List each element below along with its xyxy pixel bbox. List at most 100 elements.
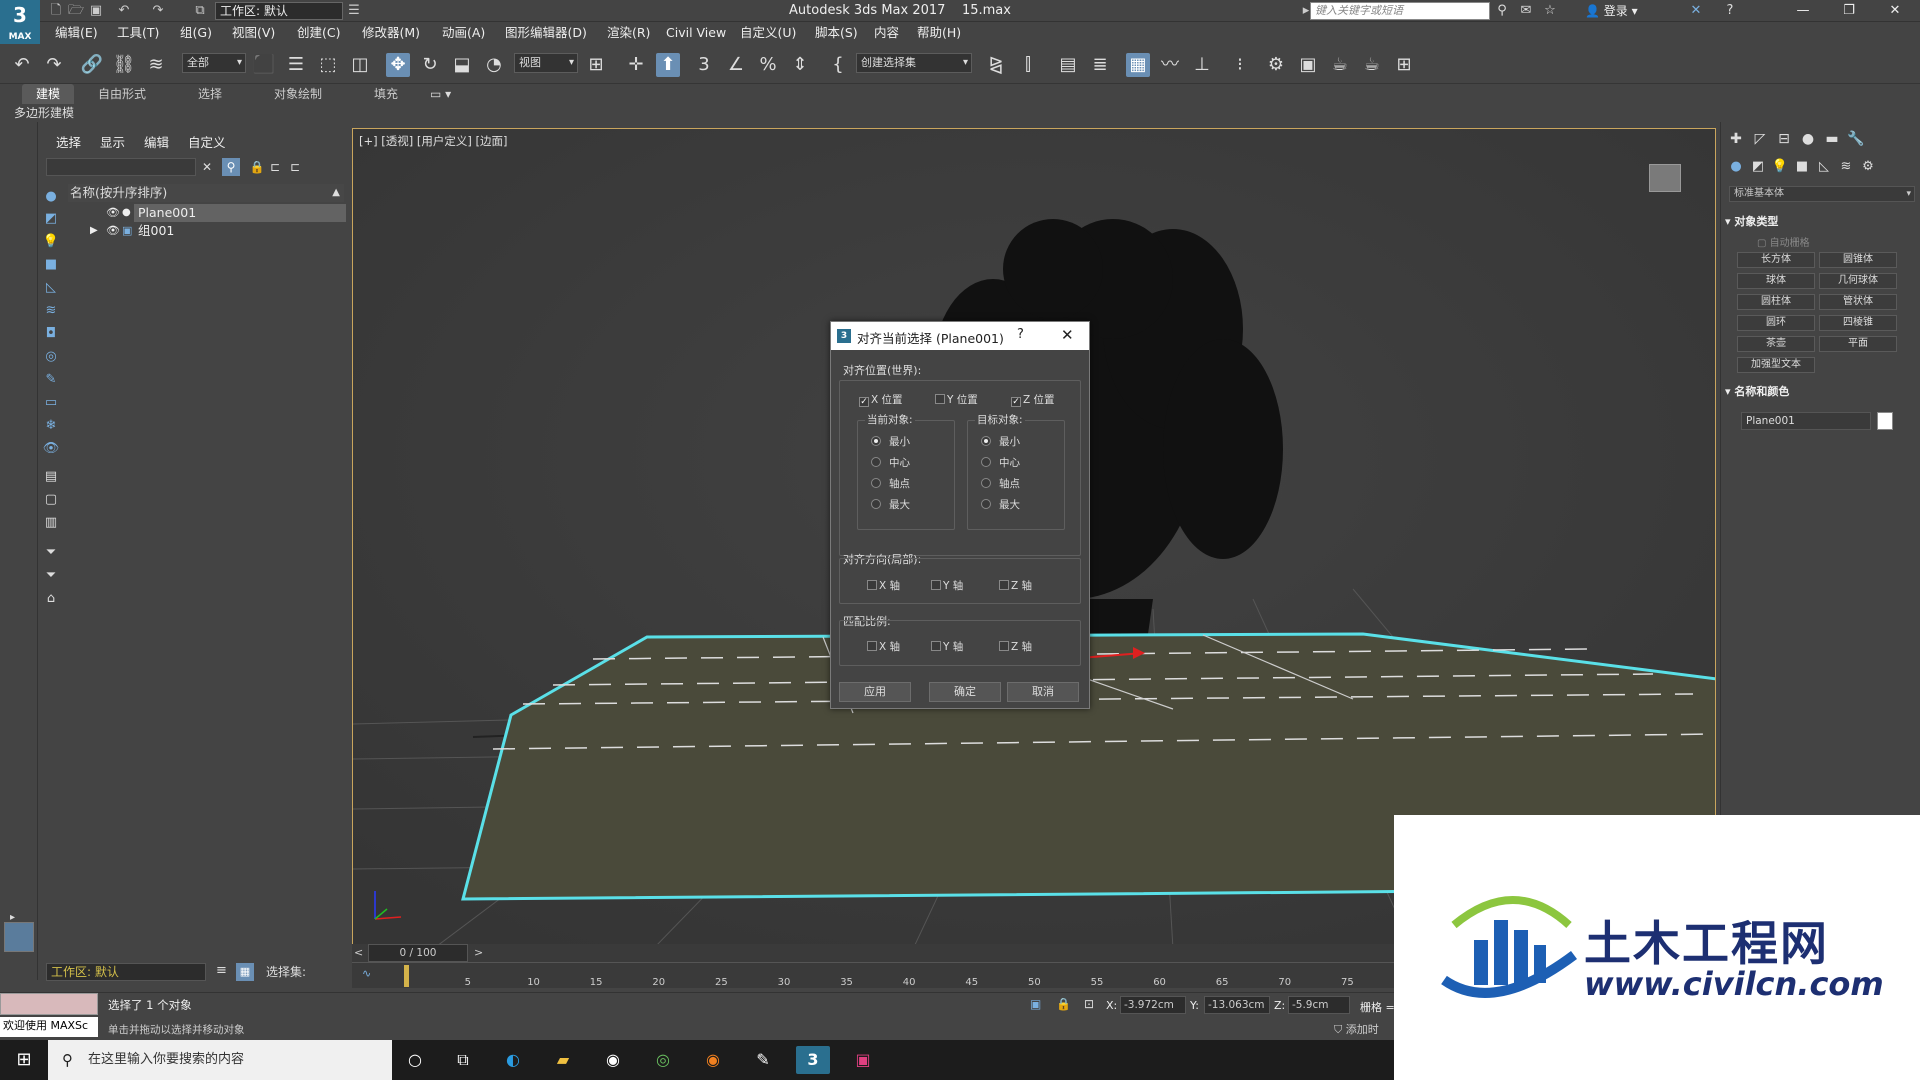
material-editor-icon[interactable]: ⁝ (1228, 53, 1252, 77)
menu-views[interactable]: 视图(V) (232, 22, 275, 44)
maximize-button[interactable]: ❐ (1826, 0, 1872, 22)
explorer-filter-input[interactable] (46, 158, 196, 176)
ribbon-options-icon[interactable]: ▭ ▾ (430, 84, 451, 104)
login-button[interactable]: 👤 登录 ▾ (1585, 2, 1638, 20)
a360-render-icon[interactable]: ⊞ (1392, 53, 1416, 77)
apply-button[interactable]: 应用 (839, 682, 911, 702)
dialog-close-icon[interactable]: ✕ (1061, 326, 1074, 344)
layer-sort-icon[interactable]: ⊏ (286, 158, 304, 176)
viewcube[interactable] (1649, 164, 1681, 192)
object-color-swatch[interactable] (1877, 412, 1893, 430)
pivot-center-icon[interactable]: ⊞ (584, 53, 608, 77)
bookmark-icon[interactable]: ⌂ (42, 590, 60, 608)
curve-editor-icon[interactable]: 〰 (1158, 53, 1182, 77)
menu-group[interactable]: 组(G) (180, 22, 212, 44)
3dsmax-taskbar-icon[interactable]: 3 (796, 1046, 830, 1074)
display-hidden-icon[interactable]: 👁 (42, 440, 60, 458)
display-bones-icon[interactable]: ✎ (42, 371, 60, 389)
render-iterative-icon[interactable]: ☕ (1360, 53, 1384, 77)
autogrid-checkbox[interactable]: ▢ 自动栅格 (1757, 234, 1810, 249)
display-groups-icon[interactable]: ◘ (42, 325, 60, 343)
snap-toggle-icon[interactable]: 3 (692, 53, 716, 77)
motion-panel-icon[interactable]: ● (1799, 130, 1817, 148)
select-place-icon[interactable]: ◔ (482, 53, 506, 77)
ok-button[interactable]: 确定 (929, 682, 1001, 702)
helpers-category-icon[interactable]: ◺ (1815, 158, 1833, 176)
explorer-menu-customize[interactable]: 自定义 (188, 134, 226, 152)
keyword-search-input[interactable]: 键入关键字或短语 (1310, 2, 1490, 20)
menu-rendering[interactable]: 渲染(R) (607, 22, 650, 44)
bind-spacewarp-icon[interactable]: ≋ (144, 53, 168, 77)
menu-edit[interactable]: 编辑(E) (55, 22, 98, 44)
tab-populate[interactable]: 填充 (374, 84, 398, 104)
keyboard-shortcut-icon[interactable]: ⬆ (656, 53, 680, 77)
display-cameras-icon[interactable]: ■ (42, 256, 60, 274)
pyramid-button[interactable]: 四棱锥 (1819, 315, 1897, 331)
app-icon-3[interactable]: ▣ (846, 1046, 880, 1074)
ribbon-panel-label[interactable]: 多边形建模 (14, 104, 74, 122)
maxscript-listener-input[interactable] (0, 993, 98, 1015)
layer-icon[interactable]: ≡ (216, 963, 227, 978)
cameras-category-icon[interactable]: ■ (1793, 158, 1811, 176)
target-center-radio[interactable]: 中心 (981, 457, 1020, 469)
display-xrefs-icon[interactable]: ◎ (42, 348, 60, 366)
add-time-tag[interactable]: ⛉ 添加时 (1334, 1021, 1379, 1037)
sphere-button[interactable]: 球体 (1737, 273, 1815, 289)
tab-modeling[interactable]: 建模 (22, 84, 75, 104)
target-min-radio[interactable]: 最小 (981, 436, 1020, 448)
playhead[interactable] (404, 965, 409, 987)
app-logo[interactable]: 3 MAX (0, 0, 40, 44)
spinner-snap-icon[interactable]: ⇕ (788, 53, 812, 77)
windows-start-icon[interactable]: ⊞ (0, 1040, 48, 1080)
maxscript-mini-listener[interactable]: 欢迎使用 MAXSc (0, 1017, 98, 1037)
display-panel-icon[interactable]: ▬ (1823, 130, 1841, 148)
explorer-row-group001[interactable]: ▶ 👁 ▣ 组001 (68, 222, 344, 240)
display-shapes-icon[interactable]: ◩ (42, 210, 60, 228)
y-coord-field[interactable]: -13.063cm (1204, 996, 1270, 1014)
x-coord-field[interactable]: -3.972cm (1120, 996, 1186, 1014)
target-pivot-radio[interactable]: 轴点 (981, 478, 1020, 490)
box-button[interactable]: 长方体 (1737, 252, 1815, 268)
explorer-row-plane001[interactable]: 👁 ● Plane001 (68, 204, 346, 222)
cylinder-button[interactable]: 圆柱体 (1737, 294, 1815, 310)
utilities-panel-icon[interactable]: 🔧 (1847, 130, 1865, 148)
expand-arrow-icon[interactable]: ▶ (90, 222, 98, 240)
prev-frame-button[interactable]: < (354, 946, 363, 959)
visibility-eye-icon[interactable]: 👁 (106, 222, 120, 240)
exchange-icon[interactable]: ✕ (1688, 3, 1704, 19)
current-min-radio[interactable]: 最小 (871, 436, 910, 448)
percent-snap-icon[interactable]: % (756, 53, 780, 77)
select-by-name-icon[interactable]: ☰ (284, 53, 308, 77)
undo-icon[interactable]: ↶ (10, 53, 34, 77)
render-setup-icon[interactable]: ⚙ (1264, 53, 1288, 77)
viewport-label[interactable]: [+] [透视] [用户定义] [边面] (359, 133, 508, 149)
tube-button[interactable]: 管状体 (1819, 294, 1897, 310)
isolate-selection-icon[interactable]: ▣ (1030, 997, 1041, 1011)
explorer-menu-select[interactable]: 选择 (56, 134, 81, 152)
taskbar-search[interactable]: ⚲ 在这里输入你要搜索的内容 (48, 1040, 392, 1080)
x-position-checkbox[interactable]: ✓ X 位置 (859, 394, 903, 407)
unlink-icon[interactable]: ⛓ (112, 53, 136, 77)
systems-category-icon[interactable]: ⚙ (1859, 158, 1877, 176)
display-lights-icon[interactable]: 💡 (42, 233, 60, 251)
help-icon[interactable]: ? (1722, 3, 1738, 19)
menu-graph-editors[interactable]: 图形编辑器(D) (505, 22, 587, 44)
object-name-input[interactable]: Plane001 (1741, 412, 1871, 430)
lights-category-icon[interactable]: 💡 (1771, 158, 1789, 176)
menu-modifiers[interactable]: 修改器(M) (362, 22, 420, 44)
visibility-eye-icon[interactable]: 👁 (106, 204, 120, 222)
communication-icon[interactable]: ✉ (1518, 3, 1534, 19)
filter-select-icon[interactable]: ⏷ (42, 567, 60, 585)
selection-set-icon[interactable]: ▦ (236, 963, 254, 981)
menu-customize[interactable]: 自定义(U) (740, 22, 796, 44)
menu-create[interactable]: 创建(C) (297, 22, 340, 44)
menu-help[interactable]: 帮助(H) (917, 22, 961, 44)
display-containers-icon[interactable]: ▭ (42, 394, 60, 412)
menu-civil-view[interactable]: Civil View (666, 22, 726, 44)
undo-icon[interactable]: ↶ (116, 3, 132, 19)
cone-button[interactable]: 圆锥体 (1819, 252, 1897, 268)
frame-counter[interactable]: 0 / 100 (368, 944, 468, 962)
manipulate-icon[interactable]: ✛ (624, 53, 648, 77)
select-scale-icon[interactable]: ⬓ (450, 53, 474, 77)
primitive-type-combo[interactable]: 标准基本体 (1729, 186, 1915, 202)
